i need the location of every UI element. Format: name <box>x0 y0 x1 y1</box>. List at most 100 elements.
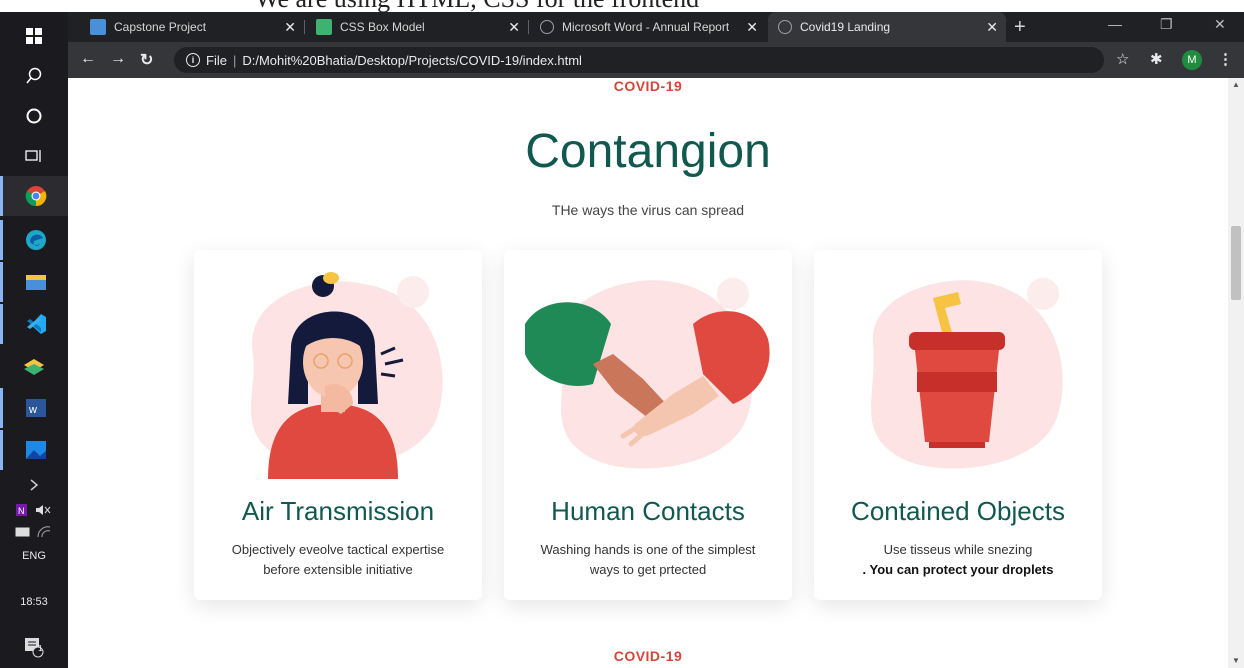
close-window-icon[interactable]: ✕ <box>1214 16 1226 33</box>
card-desc-line: before extensible initiative <box>263 562 413 577</box>
reload-icon[interactable]: ↻ <box>140 50 153 70</box>
scroll-down-icon[interactable]: ▼ <box>1232 656 1240 665</box>
card-air-transmission: Air Transmission Objectively eveolve tac… <box>194 250 482 600</box>
card-title: Human Contacts <box>551 496 745 526</box>
card-desc-line: Objectively eveolve tactical expertise <box>231 542 445 557</box>
sneezing-woman-illustration <box>251 272 443 479</box>
close-icon[interactable]: ✕ <box>986 19 998 36</box>
tab-covid19-landing[interactable]: Covid19 Landing ✕ <box>768 12 1006 42</box>
close-icon[interactable]: ✕ <box>746 19 758 36</box>
section-subtitle: THe ways the virus can spread <box>551 202 745 218</box>
bookmark-star-icon[interactable]: ☆ <box>1116 50 1129 68</box>
card-human-contacts: Human Contacts Washing hands is one of t… <box>504 250 792 600</box>
show-hidden-icons-button[interactable] <box>0 474 68 496</box>
tab-title: Capstone Project <box>114 20 207 34</box>
tab-title: Covid19 Landing <box>800 20 891 34</box>
photos-icon <box>25 441 46 459</box>
tab-separator <box>304 20 305 34</box>
close-icon[interactable]: ✕ <box>284 19 296 36</box>
folder-icon <box>25 275 46 290</box>
globe-icon <box>540 20 554 34</box>
address-separator: | <box>232 52 237 68</box>
taskbar-edge[interactable] <box>0 220 68 260</box>
word-icon: w <box>25 399 46 417</box>
tab-css-box-model[interactable]: CSS Box Model ✕ <box>306 12 529 42</box>
svg-text:w: w <box>28 404 37 416</box>
taskbar-chrome[interactable] <box>0 176 68 216</box>
taskbar-bluestacks[interactable] <box>0 346 68 386</box>
tab-title: Microsoft Word - Annual Report <box>562 20 730 34</box>
card-title: Air Transmission <box>241 496 435 526</box>
browser-tab-strip: Capstone Project ✕ CSS Box Model ✕ Micro… <box>68 12 1244 42</box>
windows-taskbar: w N ENG 18:53 1 <box>0 12 68 668</box>
back-icon[interactable]: ← <box>80 50 96 68</box>
card-desc-bold: . You can protect your droplets <box>862 562 1054 577</box>
clock[interactable]: 18:53 <box>0 596 68 608</box>
action-center-button[interactable]: 1 <box>0 632 68 662</box>
tray-onenote-volume[interactable]: N <box>0 500 68 520</box>
info-icon[interactable]: i <box>186 53 200 67</box>
tab-capstone-project[interactable]: Capstone Project ✕ <box>80 12 305 42</box>
scheme-label: File <box>206 52 227 68</box>
start-button[interactable] <box>0 16 68 56</box>
document-strip-text: We are using HTML, CSS for the frontend <box>255 0 699 12</box>
volume-muted-icon: N <box>16 504 51 516</box>
handshake-illustration <box>525 278 770 469</box>
eyebrow-covid-top: COVID-19 <box>613 78 683 94</box>
tab-separator <box>528 20 529 34</box>
close-icon[interactable]: ✕ <box>508 19 520 36</box>
battery-wifi-icon <box>15 526 51 538</box>
page-viewport: COVID-19 Contangion THe ways the virus c… <box>68 78 1228 668</box>
notification-count: 1 <box>38 644 43 653</box>
chrome-icon <box>25 186 46 207</box>
taskbar-vscode[interactable] <box>0 304 68 344</box>
card-desc-line: Washing hands is one of the simplest <box>540 542 756 557</box>
taskbar-word[interactable]: w <box>0 388 68 428</box>
tab-title: CSS Box Model <box>340 20 425 34</box>
menu-dots-icon[interactable]: ⋮ <box>1218 50 1233 68</box>
task-view-button[interactable] <box>0 136 68 176</box>
task-view-icon <box>25 150 41 162</box>
svg-text:N: N <box>18 506 25 516</box>
edge-icon <box>25 230 46 250</box>
address-bar[interactable]: i File | D:/Mohit%20Bhatia/Desktop/Proje… <box>174 47 1104 73</box>
css-icon <box>316 19 332 35</box>
profile-avatar[interactable]: M <box>1182 50 1202 70</box>
restore-icon[interactable]: ❐ <box>1160 16 1173 33</box>
globe-icon <box>778 20 792 34</box>
extensions-icon[interactable]: ✱ <box>1150 50 1163 68</box>
forward-icon[interactable]: → <box>110 50 126 68</box>
document-strip: We are using HTML, CSS for the frontend <box>0 0 1244 12</box>
plus-icon: + <box>1014 15 1026 38</box>
new-tab-button[interactable]: + <box>1008 12 1038 42</box>
tab-microsoft-word[interactable]: Microsoft Word - Annual Report ✕ <box>530 12 766 42</box>
scroll-up-icon[interactable]: ▲ <box>1232 80 1240 89</box>
card-contained-objects: Contained Objects Use tisseus while snez… <box>814 250 1102 600</box>
card-desc-line: Use tisseus while snezing <box>883 542 1033 557</box>
vscode-icon <box>26 314 46 334</box>
windows-logo-icon <box>26 28 42 44</box>
search-icon <box>26 67 42 84</box>
taskbar-photos[interactable] <box>0 430 68 470</box>
url-text[interactable]: D:/Mohit%20Bhatia/Desktop/Projects/COVID… <box>242 53 582 68</box>
card-desc-line: ways to get prtected <box>589 562 707 577</box>
card-description: Washing hands is one of the simplest way… <box>518 540 778 580</box>
browser-toolbar: ← → ↻ i File | D:/Mohit%20Bhatia/Desktop… <box>68 42 1244 78</box>
cortana-button[interactable] <box>0 96 68 136</box>
cortana-icon <box>26 108 42 124</box>
page-scrollbar[interactable]: ▲ ▼ <box>1228 78 1244 668</box>
tray-battery-wifi[interactable] <box>0 522 68 542</box>
eyebrow-covid-bottom: COVID-19 <box>613 648 683 664</box>
section-title: Contangion <box>525 125 771 178</box>
taskbar-file-explorer[interactable] <box>0 262 68 302</box>
drink-cup-illustration <box>871 278 1063 469</box>
card-description: Objectively eveolve tactical expertise b… <box>208 540 468 580</box>
book-icon <box>90 19 106 35</box>
search-button[interactable] <box>0 56 68 96</box>
card-title: Contained Objects <box>851 496 1065 526</box>
minimize-icon[interactable]: — <box>1108 16 1122 32</box>
card-desc-line: . You can protect your droplets <box>828 560 1088 580</box>
scrollbar-thumb[interactable] <box>1231 226 1241 300</box>
language-indicator[interactable]: ENG <box>0 550 68 562</box>
layers-icon <box>24 359 44 375</box>
